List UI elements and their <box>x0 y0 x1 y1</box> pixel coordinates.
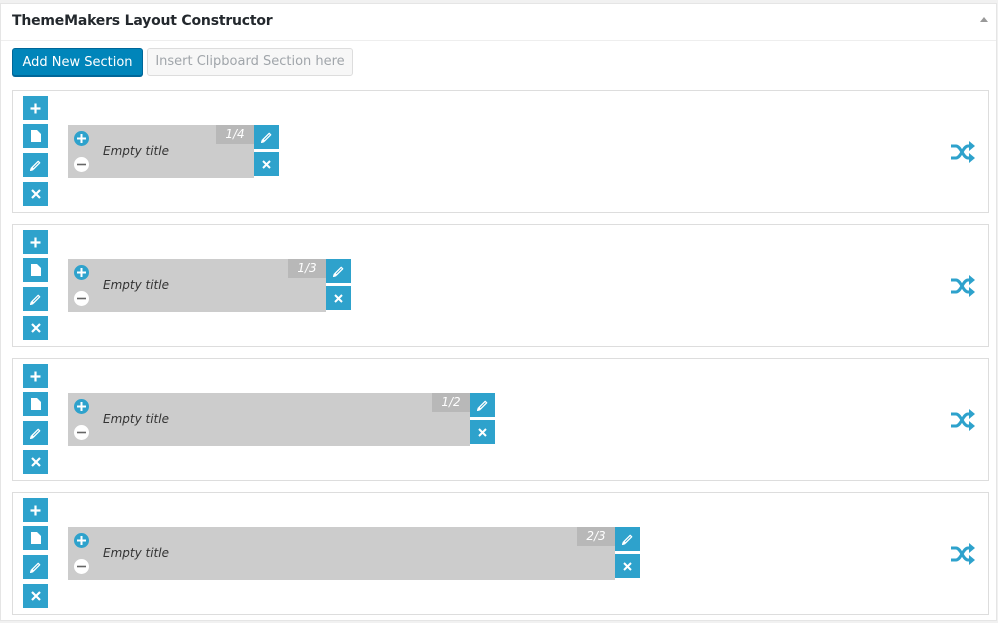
column-size-label: 1/2 <box>432 393 470 412</box>
expand-column-button[interactable] <box>74 399 89 414</box>
column-title: Empty title <box>103 412 169 426</box>
minus-icon <box>77 431 86 434</box>
shrink-column-button[interactable] <box>74 291 89 306</box>
delete-column-button[interactable] <box>615 554 640 578</box>
section-document-button[interactable] <box>23 124 48 148</box>
document-icon <box>30 264 41 276</box>
insert-clipboard-section-button[interactable]: Insert Clipboard Section here <box>147 48 353 76</box>
expand-column-button[interactable] <box>74 533 89 548</box>
column-title: Empty title <box>103 546 169 560</box>
pencil-icon <box>476 400 487 411</box>
collapse-arrow-icon[interactable] <box>980 17 988 22</box>
section-document-button[interactable] <box>23 526 48 550</box>
column-size-label: 2/3 <box>577 527 615 546</box>
document-icon <box>30 532 41 544</box>
column-title: Empty title <box>103 278 169 292</box>
close-icon <box>623 561 632 571</box>
pencil-icon <box>29 294 40 305</box>
minus-icon <box>77 297 86 300</box>
column-block: Empty title 1/4 <box>68 125 279 178</box>
document-icon <box>30 130 41 142</box>
pencil-icon <box>29 562 40 573</box>
pencil-icon <box>260 132 271 143</box>
panel-header: ThemeMakers Layout Constructor <box>1 4 996 41</box>
shuffle-icon[interactable] <box>950 543 976 565</box>
section-document-button[interactable] <box>23 258 48 282</box>
shuffle-icon[interactable] <box>950 141 976 163</box>
expand-column-button[interactable] <box>74 265 89 280</box>
layout-section: Empty title 1/3 <box>12 224 989 347</box>
panel-title: ThemeMakers Layout Constructor <box>12 13 273 29</box>
shrink-column-button[interactable] <box>74 157 89 172</box>
pencil-icon <box>332 266 343 277</box>
edit-column-button[interactable] <box>615 527 640 551</box>
pencil-icon <box>621 534 632 545</box>
plus-icon <box>77 536 86 545</box>
column-block: Empty title 1/3 <box>68 259 351 312</box>
shuffle-icon[interactable] <box>950 409 976 431</box>
column-block: Empty title 1/2 <box>68 393 495 446</box>
close-icon <box>478 427 487 437</box>
layout-constructor-panel: ThemeMakers Layout Constructor Add New S… <box>0 3 997 621</box>
layout-section: Empty title 2/3 <box>12 492 989 615</box>
add-column-button[interactable] <box>23 96 48 120</box>
delete-section-button[interactable] <box>23 584 48 608</box>
delete-column-button[interactable] <box>254 152 279 176</box>
minus-icon <box>77 163 86 166</box>
delete-section-button[interactable] <box>23 182 48 206</box>
column-block: Empty title 2/3 <box>68 527 640 580</box>
plus-icon <box>30 237 41 247</box>
plus-icon <box>30 371 41 381</box>
delete-section-button[interactable] <box>23 450 48 474</box>
pencil-icon <box>29 160 40 171</box>
close-icon <box>30 591 41 601</box>
shrink-column-button[interactable] <box>74 425 89 440</box>
plus-icon <box>77 402 86 411</box>
close-icon <box>30 323 41 333</box>
close-icon <box>30 457 41 467</box>
column-size-label: 1/3 <box>288 259 326 278</box>
edit-column-button[interactable] <box>326 259 351 283</box>
column-title: Empty title <box>103 144 169 158</box>
section-document-button[interactable] <box>23 392 48 416</box>
document-icon <box>30 398 41 410</box>
edit-column-button[interactable] <box>254 125 279 149</box>
add-column-button[interactable] <box>23 498 48 522</box>
column-size-label: 1/4 <box>216 125 254 144</box>
shuffle-icon[interactable] <box>950 275 976 297</box>
plus-icon <box>30 103 41 113</box>
plus-icon <box>30 505 41 515</box>
edit-section-button[interactable] <box>23 153 48 177</box>
layout-section: Empty title 1/4 <box>12 90 989 213</box>
delete-column-button[interactable] <box>470 420 495 444</box>
plus-icon <box>77 268 86 277</box>
edit-section-button[interactable] <box>23 555 48 579</box>
close-icon <box>262 159 271 169</box>
delete-column-button[interactable] <box>326 286 351 310</box>
edit-column-button[interactable] <box>470 393 495 417</box>
add-column-button[interactable] <box>23 230 48 254</box>
close-icon <box>334 293 343 303</box>
plus-icon <box>77 134 86 143</box>
minus-icon <box>77 565 86 568</box>
layout-section: Empty title 1/2 <box>12 358 989 481</box>
add-new-section-button[interactable]: Add New Section <box>12 48 143 76</box>
delete-section-button[interactable] <box>23 316 48 340</box>
edit-section-button[interactable] <box>23 287 48 311</box>
edit-section-button[interactable] <box>23 421 48 445</box>
close-icon <box>30 189 41 199</box>
expand-column-button[interactable] <box>74 131 89 146</box>
add-column-button[interactable] <box>23 364 48 388</box>
pencil-icon <box>29 428 40 439</box>
shrink-column-button[interactable] <box>74 559 89 574</box>
